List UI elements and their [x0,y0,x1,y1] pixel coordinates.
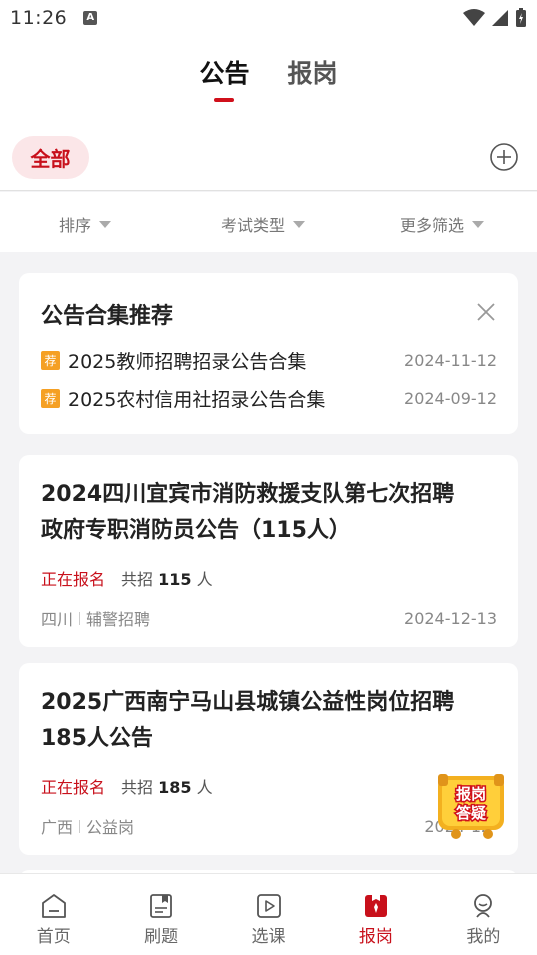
exam-type-dropdown[interactable]: 考试类型 [221,212,306,236]
more-filters-label: 更多筛选 [400,216,465,235]
nav-label: 刷题 [144,927,179,947]
nav-course[interactable]: 选课 [215,874,322,955]
filter-chip-all[interactable]: 全部 [12,136,89,179]
status-icons [463,8,527,28]
caret-down-icon [99,220,112,228]
job-region: 广西 [41,818,74,837]
notification-icon: A [83,11,98,25]
job-title-line: 2025广西南宁马山县城镇公益性岗位招聘 [41,690,455,715]
recommend-badge: 荐 [41,350,60,370]
practice-icon [150,894,173,918]
caret-down-icon [472,220,485,228]
job-title: 2025广西南宁马山县城镇公益性岗位招聘 185人公告 [41,685,491,757]
recommend-title: 公告合集推荐 [41,304,174,329]
recommend-badge: 荐 [41,388,60,408]
job-total-unit: 人 [196,570,213,589]
add-circle-icon[interactable] [489,142,519,172]
job-stats: 正在报名 共招 185 人 [41,774,213,798]
home-icon [41,894,66,918]
job-category: 辅警招聘 [86,610,151,629]
caret-down-icon [293,220,306,228]
job-total: 共招 185 人 [121,774,213,798]
job-title-line: 2024四川宜宾市消防救援支队第七次招聘 [41,482,455,507]
exam-type-label: 考试类型 [221,216,286,235]
nav-label: 选课 [251,927,286,947]
bottom-nav: 首页 刷题 选课 报岗 我的 [0,873,537,955]
profile-icon [474,894,493,918]
job-total-unit: 人 [196,778,213,797]
job-title-line: 政府专职消防员公告（115人） [41,518,351,543]
job-category: 公益岗 [86,818,135,837]
header-tabs: 公告 报岗 [0,54,537,102]
recommend-item-date: 2024-09-12 [404,388,497,408]
job-total: 共招 115 人 [121,566,213,590]
signal-icon [492,10,508,26]
job-total-prefix: 共招 [121,570,154,589]
job-stats: 正在报名 共招 115 人 [41,566,213,590]
nav-label: 报岗 [358,927,393,947]
job-region: 四川 [41,610,74,629]
recommend-item-date: 2024-11-12 [404,350,497,370]
nav-profile[interactable]: 我的 [430,874,537,955]
more-filters-dropdown[interactable]: 更多筛选 [400,212,485,236]
battery-icon [516,8,526,27]
job-total-count: 185 [158,778,192,797]
job-status: 正在报名 [41,778,106,797]
job-card[interactable]: 2024四川宜宾市消防救援支队第七次招聘 政府专职消防员公告（115人） 正在报… [19,455,518,647]
job-meta: 广西 公益岗 2024-12- [41,814,497,838]
job-status: 正在报名 [41,570,106,589]
nav-home[interactable]: 首页 [0,874,107,955]
recommend-card: 公告合集推荐 荐 2025教师招聘招录公告合集 2024-11-12 荐 202… [19,273,518,434]
tab-announcements[interactable]: 公告 [199,54,250,102]
recommend-item[interactable]: 荐 2025农村信用社招录公告合集 2024-09-12 [41,387,497,411]
sort-bar: 排序 考试类型 更多筛选 [0,192,537,252]
status-bar: 11:26 A [0,0,537,36]
top-header: 公告 报岗 [0,36,537,124]
nav-practice[interactable]: 刷题 [107,874,214,955]
filter-bar: 全部 [0,124,537,191]
recommend-item-name: 2025农村信用社招录公告合集 [68,388,326,411]
tab-job-report[interactable]: 报岗 [288,54,338,102]
status-time: 11:26 [10,7,68,29]
sort-label: 排序 [59,216,92,235]
nav-job[interactable]: 报岗 [322,874,429,955]
nav-label: 首页 [36,927,71,947]
nav-label: 我的 [466,927,501,947]
job-title-line: 185人公告 [41,726,153,751]
job-total-count: 115 [158,570,192,589]
job-meta: 四川 辅警招聘 2024-12-13 [41,606,497,630]
help-badge-line1: 报岗 [456,785,486,803]
wifi-icon [463,9,485,26]
recommend-item-name: 2025教师招聘招录公告合集 [68,350,307,373]
job-icon [364,895,387,917]
meta-divider [79,611,81,625]
job-date: 2024-12-13 [404,608,497,628]
close-icon[interactable] [475,301,497,323]
help-badge-line2: 答疑 [456,804,486,822]
recommend-item[interactable]: 荐 2025教师招聘招录公告合集 2024-11-12 [41,349,497,373]
job-qa-badge-icon[interactable]: 报岗 答疑 [436,770,508,840]
course-icon [256,894,281,918]
sort-dropdown[interactable]: 排序 [59,212,112,236]
job-total-prefix: 共招 [121,778,154,797]
job-title: 2024四川宜宾市消防救援支队第七次招聘 政府专职消防员公告（115人） [41,477,491,549]
meta-divider [79,819,81,833]
